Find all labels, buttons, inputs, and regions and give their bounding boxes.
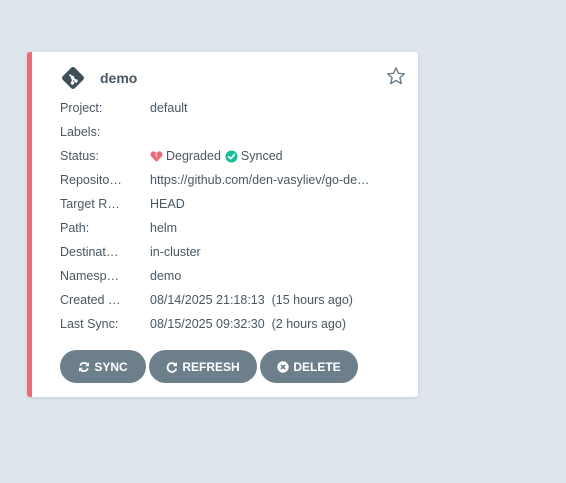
row-status: Status: Degraded Synced bbox=[60, 144, 418, 168]
sync-button-label: SYNC bbox=[94, 359, 128, 374]
health-status: Degraded bbox=[166, 149, 221, 163]
target-revision-value: HEAD bbox=[150, 197, 185, 211]
path-label: Path: bbox=[60, 221, 90, 235]
row-namespace: Namesp… demo bbox=[60, 264, 418, 288]
git-icon bbox=[62, 67, 84, 89]
target-revision-label: Target R… bbox=[60, 197, 120, 211]
destination-label: Destinat… bbox=[60, 245, 119, 259]
times-circle-icon bbox=[277, 360, 290, 373]
project-value: default bbox=[150, 101, 188, 115]
app-details: Project: default Labels: Status: Degrade… bbox=[60, 96, 418, 336]
application-card[interactable]: demo Project: default Labels: Status: De… bbox=[27, 52, 418, 397]
card-header: demo bbox=[60, 65, 137, 91]
namespace-label: Namesp… bbox=[60, 269, 120, 283]
row-project: Project: default bbox=[60, 96, 418, 120]
status-value: Degraded Synced bbox=[150, 149, 287, 163]
check-circle-icon bbox=[225, 149, 238, 163]
row-labels: Labels: bbox=[60, 120, 418, 144]
refresh-button-label: REFRESH bbox=[182, 359, 240, 374]
status-label: Status: bbox=[60, 149, 99, 163]
refresh-button[interactable]: REFRESH bbox=[149, 350, 257, 383]
row-target-revision: Target R… HEAD bbox=[60, 192, 418, 216]
row-path: Path: helm bbox=[60, 216, 418, 240]
refresh-icon bbox=[167, 361, 178, 373]
namespace-value: demo bbox=[150, 269, 182, 283]
delete-button-label: DELETE bbox=[293, 359, 341, 374]
created-at-label: Created … bbox=[60, 293, 121, 307]
path-value: helm bbox=[150, 221, 178, 235]
destination-value: in-cluster bbox=[150, 245, 201, 259]
row-repository: Reposito… https://github.com/den-vasylie… bbox=[60, 168, 418, 192]
created-at-value: 08/14/2025 21:18:13 (15 hours ago) bbox=[150, 293, 353, 307]
last-sync-value: 08/15/2025 09:32:30 (2 hours ago) bbox=[150, 317, 346, 331]
repository-label: Reposito… bbox=[60, 173, 122, 187]
broken-heart-icon bbox=[150, 150, 163, 162]
delete-button[interactable]: DELETE bbox=[260, 350, 358, 383]
project-label: Project: bbox=[60, 101, 103, 115]
row-last-sync: Last Sync: 08/15/2025 09:32:30 (2 hours … bbox=[60, 312, 418, 336]
app-name[interactable]: demo bbox=[100, 70, 137, 86]
last-sync-label: Last Sync: bbox=[60, 317, 119, 331]
action-buttons: SYNC REFRESH DELETE bbox=[60, 350, 361, 383]
row-created-at: Created … 08/14/2025 21:18:13 (15 hours … bbox=[60, 288, 418, 312]
sync-button[interactable]: SYNC bbox=[60, 350, 146, 383]
row-destination: Destinat… in-cluster bbox=[60, 240, 418, 264]
repository-value: https://github.com/den-vasyliev/go-de… bbox=[150, 173, 370, 187]
star-icon[interactable] bbox=[386, 66, 406, 86]
sync-icon bbox=[79, 361, 90, 372]
sync-status: Synced bbox=[240, 149, 283, 163]
labels-label: Labels: bbox=[60, 125, 101, 139]
